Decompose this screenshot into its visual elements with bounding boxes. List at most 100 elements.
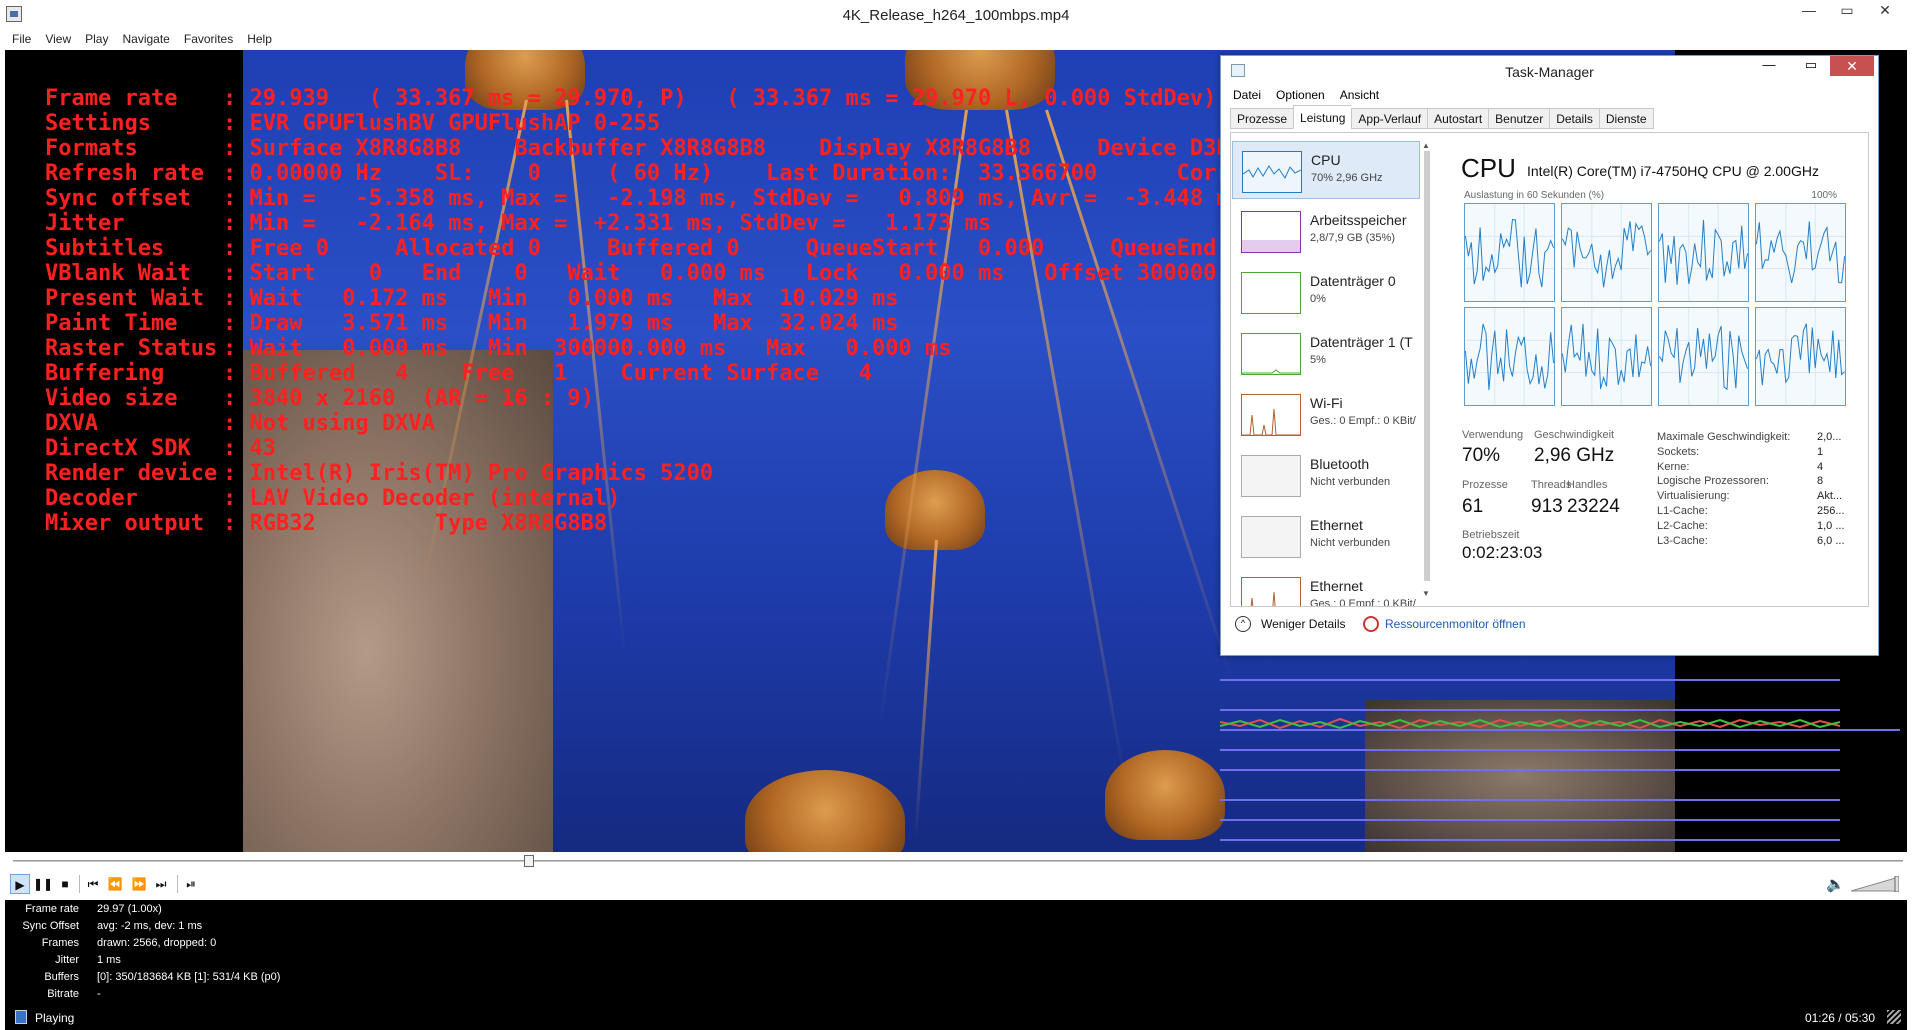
scroll-up-icon[interactable]: ▲ <box>1422 141 1430 150</box>
tab-autostart[interactable]: Autostart <box>1427 108 1489 129</box>
osd-key: DirectX SDK <box>45 436 191 461</box>
tm-resource-item[interactable]: Datenträger 1 (T 5% <box>1232 324 1420 382</box>
tab-app-verlauf[interactable]: App-Verlauf <box>1351 108 1428 129</box>
resource-graph-thumbnail <box>1241 211 1301 253</box>
menu-help[interactable]: Help <box>247 30 272 50</box>
close-button[interactable]: ✕ <box>1866 0 1904 22</box>
scrollbar-thumb[interactable] <box>1424 151 1430 581</box>
stat-row: Frames drawn: 2566, dropped: 0 <box>5 937 217 954</box>
menu-favorites[interactable]: Favorites <box>184 30 233 50</box>
spec-value: 1 <box>1817 445 1824 458</box>
play-button[interactable]: ▶ <box>10 874 30 894</box>
osd-key: Raster Status <box>45 336 218 361</box>
tm-minimize-button[interactable]: — <box>1754 56 1784 76</box>
volume-slider[interactable] <box>1851 876 1899 892</box>
tm-resource-item[interactable]: Ethernet Nicht verbunden <box>1232 507 1420 565</box>
cpu-core-graph <box>1561 307 1652 406</box>
minimize-button[interactable]: — <box>1790 0 1828 22</box>
spec-key: Virtualisierung: <box>1657 490 1730 503</box>
tm-resource-item[interactable]: Bluetooth Nicht verbunden <box>1232 446 1420 504</box>
tm-cpu-detail: CPU Intel(R) Core(TM) i7-4750HQ CPU @ 2.… <box>1461 133 1870 606</box>
statistics-panel: Frame rate 29.97 (1.00x) Sync Offset avg: -… <box>5 900 1907 1006</box>
speaker-icon[interactable]: 🔈 <box>1826 875 1845 893</box>
osd-key: Render device <box>45 461 218 486</box>
resource-graph-thumbnail <box>1241 455 1301 497</box>
stat-key: Bitrate <box>47 988 79 1000</box>
osd-row: Raster Status: Wait 0.000 ms Min 300000.… <box>45 336 1349 361</box>
seek-track[interactable] <box>13 860 1903 862</box>
resource-title: Datenträger 1 (T <box>1310 334 1413 350</box>
tab-prozesse[interactable]: Prozesse <box>1230 108 1294 129</box>
tm-menu-datei[interactable]: Datei <box>1233 86 1261 106</box>
cpu-model: Intel(R) Core(TM) i7-4750HQ CPU @ 2.00GH… <box>1527 163 1819 179</box>
tm-resource-scrollbar[interactable]: ▲ ▼ <box>1422 141 1432 603</box>
osd-row: Mixer output: RGB32 Type X8R8G8B8 <box>45 511 1349 536</box>
status-bar: Playing 01:26 / 05:30 <box>5 1006 1907 1030</box>
frame-step-icon[interactable]: ⏯ <box>181 874 201 894</box>
osd-key: Video size <box>45 386 178 411</box>
tm-resource-item[interactable]: Arbeitsspeicher 2,8/7,9 GB (35%) <box>1232 202 1420 260</box>
tm-menu-optionen[interactable]: Optionen <box>1276 86 1325 106</box>
osd-row: Render device: Intel(R) Iris(TM) Pro Gra… <box>45 461 1349 486</box>
graph-max-label: 100% <box>1811 190 1837 201</box>
tab-dienste[interactable]: Dienste <box>1598 108 1654 129</box>
tm-resource-item[interactable]: Datenträger 0 0% <box>1232 263 1420 321</box>
chevron-up-icon[interactable]: ^ <box>1235 616 1251 632</box>
resource-monitor-icon[interactable] <box>1363 616 1379 632</box>
playback-toolbar: ▶ ❚❚ ■ ⏮ ⏪ ⏩ ⏭ ⏯ 🔈 <box>5 870 1907 898</box>
osd-key: DXVA <box>45 411 98 436</box>
spec-key: L1-Cache: <box>1657 505 1708 517</box>
menu-play[interactable]: Play <box>85 30 108 50</box>
seek-thumb[interactable] <box>523 855 534 867</box>
tm-resource-item[interactable]: CPU 70% 2,96 GHz <box>1232 141 1420 199</box>
menu-view[interactable]: View <box>45 30 71 50</box>
osd-value: : 29.939 ( 33.367 ms = 29.970, P) ( 33.3… <box>223 86 1323 111</box>
spec-value: 4 <box>1817 460 1824 473</box>
tab-benutzer[interactable]: Benutzer <box>1488 108 1550 129</box>
tm-close-button[interactable]: ✕ <box>1830 56 1874 76</box>
spec-key: Logische Prozessoren: <box>1657 475 1769 488</box>
spec-value: Akt... <box>1817 490 1843 503</box>
resize-grip-icon[interactable] <box>1887 1010 1901 1024</box>
seek-bar[interactable] <box>5 852 1907 868</box>
menu-navigate[interactable]: Navigate <box>122 30 169 50</box>
resource-monitor-link[interactable]: Ressourcenmonitor öffnen <box>1385 617 1526 631</box>
tm-maximize-button[interactable]: ▭ <box>1796 56 1826 76</box>
resource-graph-thumbnail <box>1241 394 1301 436</box>
jitter-graph <box>1220 679 1900 841</box>
previous-icon[interactable]: ⏮ <box>83 874 103 894</box>
tab-details[interactable]: Details <box>1549 108 1599 129</box>
cpu-core-graph <box>1464 203 1555 302</box>
stop-button[interactable]: ■ <box>55 874 75 894</box>
osd-row: Jitter: Min = -2.164 ms, Max = +2.331 ms… <box>45 211 1349 236</box>
tab-leistung[interactable]: Leistung <box>1293 105 1352 129</box>
rewind-icon[interactable]: ⏪ <box>105 874 125 894</box>
pause-button[interactable]: ❚❚ <box>33 874 53 894</box>
next-icon[interactable]: ⏭ <box>151 874 171 894</box>
volume-slider-thumb[interactable] <box>1894 876 1899 892</box>
menu-file[interactable]: File <box>12 30 31 50</box>
tm-resource-item[interactable]: Ethernet Ges.: 0 Empf.: 0 KBit/ <box>1232 568 1420 606</box>
processes-label: Prozesse <box>1462 479 1508 491</box>
scroll-down-icon[interactable]: ▼ <box>1422 589 1430 598</box>
window-controls: — ▭ ✕ <box>1790 0 1904 24</box>
cpu-core-graph <box>1755 203 1846 302</box>
osd-value: : 3840 x 2160 (AR = 16 : 9) <box>223 386 594 411</box>
osd-value: : EVR GPUFlushBV GPUFlushAP 0-255 <box>223 111 661 136</box>
tm-resource-item[interactable]: Wi-Fi Ges.: 0 Empf.: 0 KBit/ <box>1232 385 1420 443</box>
uptime-value: 0:02:23:03 <box>1462 543 1543 562</box>
resource-title: Datenträger 0 <box>1310 273 1396 289</box>
handles-value: 23224 <box>1567 496 1620 517</box>
osd-row: Video size : 3840 x 2160 (AR = 16 : 9) <box>45 386 1349 411</box>
osd-value: : Wait 0.000 ms Min 300000.000 ms Max 0.… <box>223 336 952 361</box>
fast-forward-icon[interactable]: ⏩ <box>129 874 149 894</box>
osd-value: : Min = -5.358 ms, Max = -2.198 ms, StdD… <box>223 186 1349 211</box>
osd-row: Paint Time: Draw 3.571 ms Min 1.979 ms M… <box>45 311 1349 336</box>
fewer-details-button[interactable]: Weniger Details <box>1261 617 1345 631</box>
tm-menu-ansicht[interactable]: Ansicht <box>1340 86 1379 106</box>
maximize-button[interactable]: ▭ <box>1828 0 1866 22</box>
window-title: 4K_Release_h264_100mbps.mp4 <box>842 7 1070 24</box>
osd-key: VBlank Wait <box>45 261 191 286</box>
resource-subtitle: 70% 2,96 GHz <box>1311 172 1383 184</box>
resource-graph-thumbnail <box>1241 333 1301 375</box>
